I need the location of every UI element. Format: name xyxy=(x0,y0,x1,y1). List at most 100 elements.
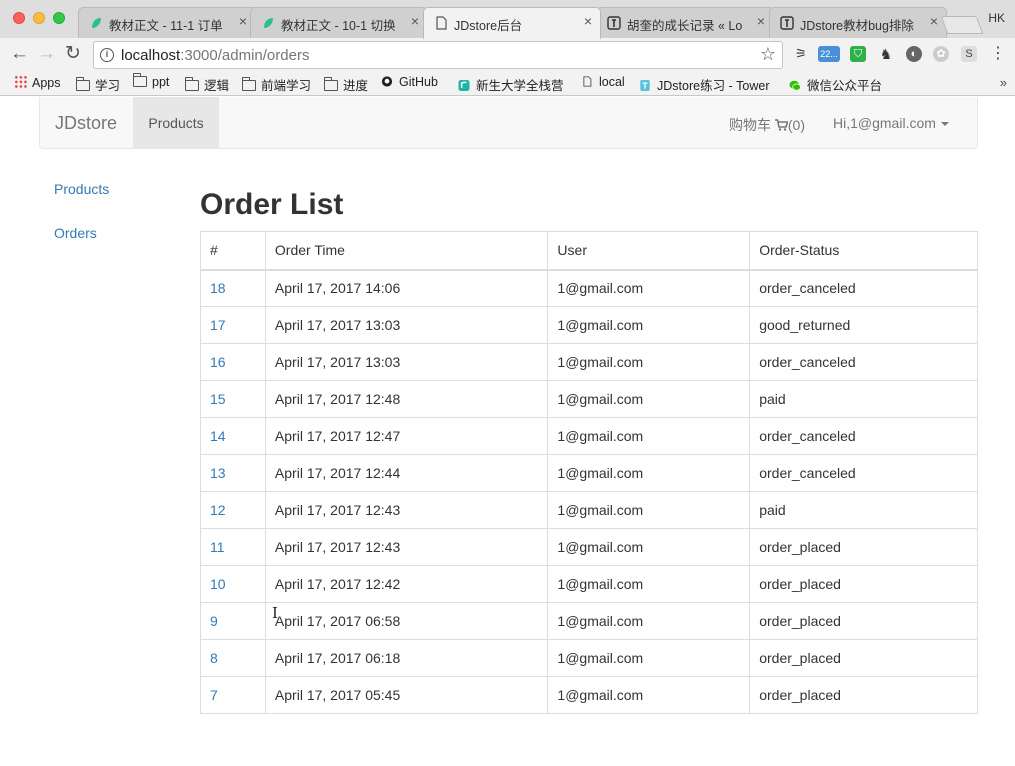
bookmarks-bar: Apps 学习 ppt 逻辑 前端学习 进度 GitHub 新生大学全栈营 lo… xyxy=(0,72,1015,96)
order-status-cell: order_canceled xyxy=(749,343,978,381)
browser-tab[interactable]: JDstore教材bug排除 × xyxy=(769,7,947,38)
apps-grid-icon xyxy=(14,75,27,88)
order-id-link[interactable]: 15 xyxy=(200,380,266,418)
github-icon xyxy=(381,76,393,87)
order-status-cell: paid xyxy=(749,380,978,418)
minimize-window-button[interactable] xyxy=(33,12,45,24)
bookmark-label: 学习 xyxy=(95,79,121,93)
forward-arrow-icon[interactable]: → xyxy=(37,44,56,64)
brand-link[interactable]: JDstore xyxy=(55,113,117,134)
s-extension-icon[interactable]: S xyxy=(961,46,977,62)
folder-icon xyxy=(133,73,147,87)
sidebar-item-products[interactable]: Products xyxy=(54,181,109,197)
order-id-link[interactable]: 10 xyxy=(200,565,266,603)
order-id-link[interactable]: 14 xyxy=(200,417,266,455)
info-icon[interactable]: i xyxy=(100,48,114,62)
browser-tab-active[interactable]: JDstore后台 × xyxy=(423,7,601,39)
extension-icon[interactable]: ✿ xyxy=(933,46,949,62)
bookmark-folder[interactable]: ppt xyxy=(133,73,170,89)
user-greeting: Hi,1@gmail.com xyxy=(833,115,936,131)
bookmark-xinsheng[interactable]: 新生大学全栈营 xyxy=(457,75,564,94)
order-user-cell: 1@gmail.com xyxy=(547,491,751,529)
order-id-link[interactable]: 11 xyxy=(200,528,266,566)
bookmark-folder[interactable]: 前端学习 xyxy=(242,75,311,94)
menu-kebab-icon[interactable]: ⋮ xyxy=(990,46,1006,62)
bookmark-folder[interactable]: 逻辑 xyxy=(185,75,229,94)
order-time-cell: April 17, 2017 12:42 xyxy=(264,565,549,603)
zoom-window-button[interactable] xyxy=(53,12,65,24)
table-row: 15 April 17, 2017 12:48 1@gmail.com paid xyxy=(200,380,978,418)
table-row: 11 April 17, 2017 12:43 1@gmail.com order_p… xyxy=(200,528,978,566)
bookmark-wechat[interactable]: 微信公众平台 xyxy=(788,75,882,94)
browser-tab[interactable]: 教材正文 - 10-1 切换 × xyxy=(250,7,428,38)
bookmark-folder[interactable]: 学习 xyxy=(76,75,120,94)
url-text[interactable]: localhost:3000/admin/orders xyxy=(121,47,309,64)
tab-title: 胡奎的成长记录 « Lo xyxy=(627,19,743,33)
main-content: Order List # Order Time User Order-Statu… xyxy=(200,187,978,714)
xinsheng-icon xyxy=(458,80,470,91)
table-row: 16 April 17, 2017 13:03 1@gmail.com order_c… xyxy=(200,343,978,381)
order-id-link[interactable]: 7 xyxy=(200,676,266,714)
table-row: 14 April 17, 2017 12:47 1@gmail.com order_c… xyxy=(200,417,978,455)
compass-icon[interactable]: ◐ xyxy=(906,46,922,62)
close-icon[interactable]: × xyxy=(757,13,765,29)
address-bar[interactable]: i localhost:3000/admin/orders ☆ xyxy=(93,41,783,69)
admin-sidebar: Products Orders xyxy=(54,181,109,269)
more-bookmarks-chevron-icon[interactable]: » xyxy=(1000,75,1007,90)
table-row: 17 April 17, 2017 13:03 1@gmail.com good_re… xyxy=(200,306,978,344)
order-id-link[interactable]: 8 xyxy=(200,639,266,677)
browser-tab[interactable]: 教材正文 - 11-1 订单 × xyxy=(78,7,256,38)
order-id-link[interactable]: 13 xyxy=(200,454,266,492)
bookmark-local[interactable]: local xyxy=(580,75,625,89)
close-icon[interactable]: × xyxy=(239,13,247,29)
tower-icon xyxy=(780,16,794,30)
order-time-cell: April 17, 2017 12:47 xyxy=(264,417,549,455)
nav-products-link[interactable]: Products xyxy=(133,97,219,148)
nav-cart-link[interactable]: 购物车 (0) xyxy=(729,115,805,135)
evernote-icon[interactable]: ♞ xyxy=(878,46,894,62)
rss-extension-icon[interactable]: ⚞ xyxy=(793,46,809,62)
user-dropdown[interactable]: Hi,1@gmail.com xyxy=(833,115,949,131)
page-icon xyxy=(436,16,447,30)
order-status-cell: paid xyxy=(749,491,978,529)
order-user-cell: 1@gmail.com xyxy=(547,380,751,418)
order-id-link[interactable]: 18 xyxy=(200,269,266,307)
order-status-cell: order_canceled xyxy=(749,269,978,307)
close-window-button[interactable] xyxy=(13,12,25,24)
order-time-cell: April 17, 2017 13:03 xyxy=(264,343,549,381)
bookmark-tower[interactable]: JDstore练习 - Tower xyxy=(638,75,770,94)
order-id-link[interactable]: 9 xyxy=(200,602,266,640)
back-arrow-icon[interactable]: ← xyxy=(10,44,29,64)
bookmark-label: 进度 xyxy=(343,79,369,93)
folder-icon xyxy=(76,77,90,91)
order-id-link[interactable]: 17 xyxy=(200,306,266,344)
order-user-cell: 1@gmail.com xyxy=(547,454,751,492)
order-id-link[interactable]: 16 xyxy=(200,343,266,381)
order-user-cell: 1@gmail.com xyxy=(547,269,751,307)
browser-tab[interactable]: 胡奎的成长记录 « Lo × xyxy=(596,7,774,38)
shield-extension-icon[interactable]: ⛉ xyxy=(850,46,866,62)
order-id-link[interactable]: 12 xyxy=(200,491,266,529)
reload-icon[interactable]: ↻ xyxy=(65,44,81,64)
order-status-cell: order_canceled xyxy=(749,417,978,455)
bookmark-apps[interactable]: Apps xyxy=(14,75,61,90)
order-time-cell: April 17, 2017 12:44 xyxy=(264,454,549,492)
close-icon[interactable]: × xyxy=(584,13,592,29)
table-row: 8 April 17, 2017 06:18 1@gmail.com order_pl… xyxy=(200,639,978,677)
text-cursor-icon: I xyxy=(272,604,278,622)
bookmark-star-icon[interactable]: ☆ xyxy=(760,44,776,65)
tab-title: JDstore后台 xyxy=(454,19,523,33)
bookmark-label: ppt xyxy=(152,75,170,89)
leaf-icon xyxy=(264,18,273,28)
bookmark-github[interactable]: GitHub xyxy=(380,75,438,89)
order-time-cell: April 17, 2017 12:48 xyxy=(264,380,549,418)
close-icon[interactable]: × xyxy=(411,13,419,29)
close-icon[interactable]: × xyxy=(930,13,938,29)
sidebar-item-orders[interactable]: Orders xyxy=(54,225,109,241)
bookmark-folder[interactable]: 进度 xyxy=(324,75,368,94)
new-tab-button[interactable] xyxy=(940,16,984,34)
profile-name[interactable]: HK xyxy=(988,11,1005,25)
column-header-id: # xyxy=(200,231,266,271)
badge-extension-icon[interactable]: 22... xyxy=(818,46,840,62)
bookmark-label: 微信公众平台 xyxy=(807,79,883,93)
